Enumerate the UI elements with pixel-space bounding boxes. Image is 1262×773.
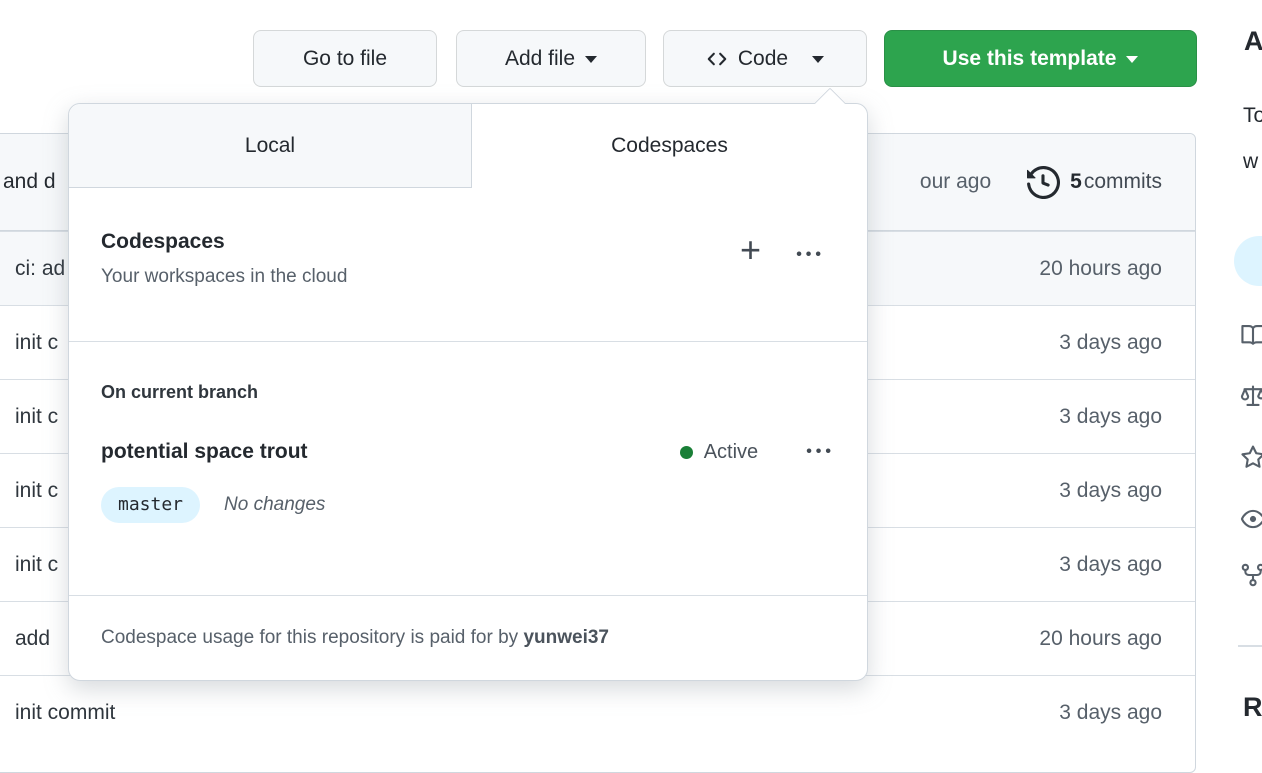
- row-time: 3 days ago: [1059, 552, 1162, 576]
- add-file-button[interactable]: Add file: [456, 30, 646, 87]
- row-time: 3 days ago: [1059, 478, 1162, 502]
- go-to-file-label: Go to file: [302, 46, 388, 70]
- chevron-down-icon: [1126, 55, 1139, 69]
- row-commit-message[interactable]: init c: [15, 479, 58, 503]
- commit-message-fragment: and d: [3, 170, 56, 193]
- code-button[interactable]: Code: [663, 30, 867, 87]
- go-to-file-button[interactable]: Go to file: [253, 30, 437, 87]
- row-commit-message[interactable]: ci: ad: [15, 257, 65, 281]
- law-icon[interactable]: [1240, 383, 1262, 409]
- no-changes-label: No changes: [224, 494, 326, 515]
- releases-heading-fragment: R: [1243, 692, 1262, 722]
- about-description-fragment: w: [1243, 150, 1259, 173]
- current-branch-section: On current branch potential space trout …: [69, 342, 867, 595]
- commits-word: commits: [1083, 170, 1162, 193]
- eye-icon[interactable]: [1240, 506, 1262, 532]
- row-commit-message[interactable]: init c: [15, 553, 58, 577]
- row-time: 3 days ago: [1059, 404, 1162, 428]
- code-dropdown: Local Codespaces Codespaces Your workspa…: [68, 87, 868, 681]
- fork-icon[interactable]: [1240, 562, 1262, 588]
- status-label: Active: [703, 440, 759, 463]
- row-commit-message[interactable]: init c: [15, 331, 58, 355]
- commit-time-fragment: our ago: [919, 170, 992, 193]
- row-commit-message[interactable]: add: [15, 627, 50, 651]
- codespace-name-link[interactable]: potential space trout: [101, 440, 680, 464]
- tab-local[interactable]: Local: [69, 104, 472, 188]
- status-badge: Active: [679, 440, 759, 464]
- topic-tag-fragment[interactable]: [1234, 236, 1262, 286]
- use-this-template-label: Use this template: [942, 46, 1117, 70]
- use-this-template-button[interactable]: Use this template: [884, 30, 1197, 87]
- row-time: 20 hours ago: [1039, 256, 1162, 280]
- add-file-label: Add file: [504, 46, 576, 70]
- file-row[interactable]: init commit 3 days ago: [0, 675, 1195, 749]
- codespaces-title: Codespaces: [101, 230, 225, 253]
- active-status-dot-icon: [679, 445, 693, 459]
- tab-codespaces[interactable]: Codespaces: [472, 104, 867, 188]
- code-label: Code: [737, 46, 789, 70]
- chevron-down-icon: [812, 55, 825, 69]
- commits-link[interactable]: 5commits: [1070, 170, 1162, 194]
- codespaces-subtitle: Your workspaces in the cloud: [101, 266, 348, 287]
- row-time: 20 hours ago: [1039, 626, 1162, 650]
- chevron-down-icon: [585, 55, 598, 69]
- sidebar-divider: [1238, 645, 1262, 647]
- history-icon: [1027, 165, 1061, 199]
- usage-owner: yunwei37: [523, 627, 609, 648]
- row-time: 3 days ago: [1059, 330, 1162, 354]
- about-heading-fragment: A: [1244, 26, 1262, 56]
- codespaces-header-section: Codespaces Your workspaces in the cloud …: [69, 188, 867, 342]
- code-dropdown-tabs: Local Codespaces: [69, 104, 867, 188]
- code-icon: [707, 52, 727, 65]
- usage-text: Codespace usage for this repository is p…: [101, 627, 524, 648]
- row-commit-message[interactable]: init commit: [15, 701, 115, 725]
- book-icon[interactable]: [1240, 322, 1262, 348]
- codespace-options-kebab-icon[interactable]: •••: [806, 443, 835, 461]
- branch-badge: master: [101, 487, 201, 523]
- codespace-usage-footer: Codespace usage for this repository is p…: [69, 595, 867, 680]
- codespaces-options-kebab-icon[interactable]: •••: [796, 246, 825, 264]
- star-icon[interactable]: [1240, 444, 1262, 470]
- new-codespace-button[interactable]: +: [740, 232, 761, 268]
- on-current-branch-label: On current branch: [101, 382, 259, 402]
- row-commit-message[interactable]: init c: [15, 405, 58, 429]
- about-description-fragment: To: [1243, 104, 1262, 127]
- commits-count: 5: [1070, 170, 1082, 193]
- row-time: 3 days ago: [1059, 700, 1162, 724]
